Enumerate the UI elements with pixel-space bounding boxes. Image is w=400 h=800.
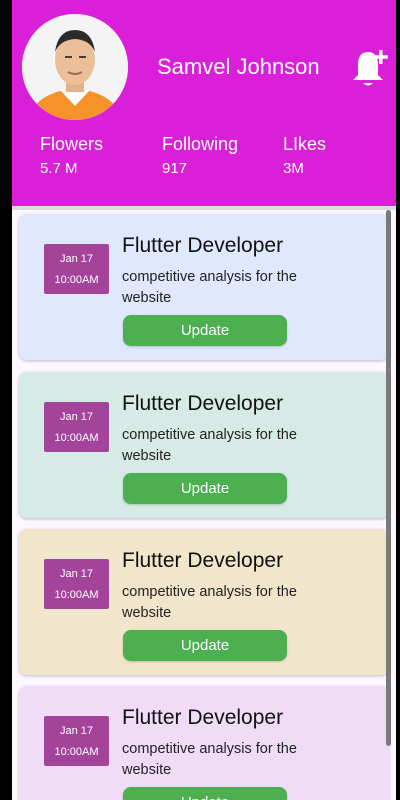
date-day: Jan 17 <box>59 568 94 580</box>
date-time: 10:00AM <box>54 432 99 444</box>
card-description: competitive analysis for the website <box>122 584 297 621</box>
card-title: Flutter Developer <box>122 392 284 415</box>
date-time: 10:00AM <box>54 274 99 286</box>
stat-label-likes: LIkes <box>283 134 327 154</box>
update-button[interactable]: Update <box>123 787 287 800</box>
task-list[interactable]: Jan 17 10:00AM Flutter Developer competi… <box>12 210 396 800</box>
task-card[interactable]: Jan 17 10:00AM Flutter Developer competi… <box>19 214 389 360</box>
date-day: Jan 17 <box>59 411 94 423</box>
date-badge: Jan 17 10:00AM <box>44 244 109 294</box>
card-title: Flutter Developer <box>122 549 284 572</box>
date-badge: Jan 17 10:00AM <box>44 402 109 452</box>
date-time: 10:00AM <box>54 589 99 601</box>
stat-label-flowers: Flowers <box>40 134 104 154</box>
task-card[interactable]: Jan 17 10:00AM Flutter Developer competi… <box>19 529 389 675</box>
task-card[interactable]: Jan 17 10:00AM Flutter Developer competi… <box>19 686 389 800</box>
add-notification-icon[interactable] <box>348 46 392 90</box>
card-description: competitive analysis for the website <box>122 427 297 464</box>
task-card[interactable]: Jan 17 10:00AM Flutter Developer competi… <box>19 372 389 518</box>
card-title: Flutter Developer <box>122 706 284 729</box>
update-button[interactable]: Update <box>123 630 287 661</box>
update-button[interactable]: Update <box>123 315 287 346</box>
card-description: competitive analysis for the website <box>122 269 297 306</box>
date-day: Jan 17 <box>59 725 94 737</box>
stat-value-following: 917 <box>162 160 188 177</box>
card-title: Flutter Developer <box>122 234 284 257</box>
date-time: 10:00AM <box>54 746 99 758</box>
profile-name: Samvel Johnson <box>157 54 320 79</box>
stat-label-following: Following <box>162 134 239 154</box>
update-button[interactable]: Update <box>123 473 287 504</box>
date-day: Jan 17 <box>59 253 94 265</box>
avatar[interactable] <box>22 14 128 120</box>
scrollbar[interactable] <box>386 210 391 746</box>
profile-header: Samvel Johnson Flowers 5.7 M Following 9… <box>12 0 396 206</box>
stat-value-likes: 3M <box>283 160 304 177</box>
app-screen: Samvel Johnson Flowers 5.7 M Following 9… <box>12 0 396 800</box>
avatar-photo <box>22 14 128 120</box>
date-badge: Jan 17 10:00AM <box>44 559 109 609</box>
stat-value-flowers: 5.7 M <box>40 160 78 177</box>
card-description: competitive analysis for the website <box>122 741 297 778</box>
date-badge: Jan 17 10:00AM <box>44 716 109 766</box>
